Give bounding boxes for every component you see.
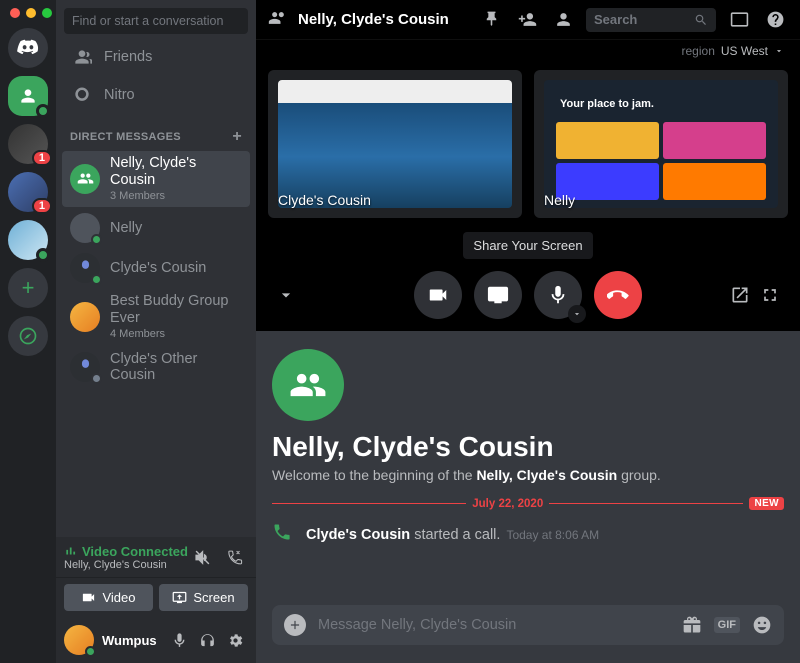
chat-pane: Nelly, Clyde's Cousin Welcome to the beg… — [256, 331, 800, 663]
call-message: Clyde's Cousin started a call.Today at 8… — [272, 518, 784, 551]
chat-welcome: Welcome to the beginning of the Nelly, C… — [272, 467, 784, 483]
server-3[interactable] — [8, 220, 48, 260]
voice-channel: Nelly, Clyde's Cousin — [64, 559, 188, 571]
home-button[interactable] — [8, 28, 48, 68]
group-avatar — [70, 302, 100, 332]
stream-tile[interactable]: Clyde's Cousin — [268, 70, 522, 218]
phone-icon — [272, 522, 292, 547]
voice-status-panel: Video ConnectedNelly, Clyde's Cousin — [56, 537, 256, 578]
disconnect-button[interactable] — [220, 543, 248, 571]
chevron-down-icon[interactable] — [276, 285, 296, 305]
avatar — [70, 213, 100, 243]
channel-sidebar: Find or start a conversation Friends Nit… — [56, 0, 256, 663]
attach-button[interactable] — [284, 614, 306, 636]
dm-name: Nelly, Clyde's Cousin — [110, 155, 242, 190]
topbar-search[interactable]: Search — [586, 8, 716, 32]
camera-button[interactable] — [414, 271, 462, 319]
status-dot — [91, 373, 102, 384]
user-avatar[interactable] — [64, 625, 94, 655]
server-rail: 1 1 + — [0, 0, 56, 663]
stream-user: Nelly — [544, 192, 575, 208]
date-divider: July 22, 2020NEW — [272, 497, 784, 510]
group-icon — [268, 8, 288, 32]
screenshare-button[interactable] — [474, 271, 522, 319]
help-icon[interactable] — [762, 10, 788, 29]
server-1[interactable]: 1 — [8, 124, 48, 164]
mic-button[interactable] — [534, 271, 582, 319]
add-server-button[interactable]: + — [8, 268, 48, 308]
voice-status: Video Connected — [64, 544, 188, 559]
unread-badge: 1 — [32, 198, 52, 214]
gift-icon[interactable] — [682, 615, 702, 635]
dm-server[interactable] — [8, 76, 48, 116]
avatar — [70, 352, 100, 382]
settings-button[interactable] — [222, 627, 248, 653]
friends-tab[interactable]: Friends — [62, 39, 250, 75]
status-dot — [91, 274, 102, 285]
call-area: Clyde's Cousin Your place to jam. Nelly S… — [256, 62, 800, 331]
dm-subtitle: 3 Members — [110, 190, 242, 203]
new-dm-button[interactable]: + — [232, 128, 242, 146]
timestamp: Today at 8:06 AM — [506, 528, 599, 542]
composer-placeholder: Message Nelly, Clyde's Cousin — [318, 617, 670, 633]
members-icon[interactable] — [550, 10, 576, 29]
stream-user: Clyde's Cousin — [278, 192, 371, 208]
online-dot — [36, 104, 50, 118]
dm-item-group[interactable]: Best Buddy Group Ever4 Members — [62, 289, 250, 345]
tooltip: Share Your Screen — [463, 232, 592, 259]
hangup-button[interactable] — [594, 271, 642, 319]
topbar: Nelly, Clyde's Cousin Search — [256, 0, 800, 40]
video-button[interactable]: Video — [64, 584, 153, 611]
dm-name: Clyde's Other Cousin — [110, 351, 242, 383]
dm-item-group[interactable]: Nelly, Clyde's Cousin3 Members — [62, 151, 250, 207]
dm-name: Best Buddy Group Ever — [110, 293, 242, 328]
popout-icon[interactable] — [730, 285, 750, 305]
message-composer[interactable]: Message Nelly, Clyde's Cousin GIF — [272, 605, 784, 645]
avatar — [70, 253, 100, 283]
username: Wumpus — [102, 633, 158, 648]
screen-button[interactable]: Screen — [159, 584, 248, 611]
explore-button[interactable] — [8, 316, 48, 356]
new-badge: NEW — [749, 497, 784, 510]
add-friend-icon[interactable] — [514, 10, 540, 29]
stream-tile[interactable]: Your place to jam. Nelly — [534, 70, 788, 218]
dm-subtitle: 4 Members — [110, 328, 242, 341]
dm-header: DIRECT MESSAGES+ — [56, 114, 256, 150]
group-avatar — [70, 164, 100, 194]
server-2[interactable]: 1 — [8, 172, 48, 212]
mic-options[interactable] — [568, 305, 586, 323]
group-avatar-large — [272, 349, 344, 421]
search-input[interactable]: Find or start a conversation — [64, 8, 248, 34]
inbox-icon[interactable] — [726, 10, 752, 29]
dm-name: Clyde's Cousin — [110, 260, 206, 276]
dm-item[interactable]: Clyde's Other Cousin — [62, 347, 250, 387]
gif-button[interactable]: GIF — [714, 617, 740, 633]
mute-button[interactable] — [166, 627, 192, 653]
emoji-icon[interactable] — [752, 615, 772, 635]
dm-item[interactable]: Clyde's Cousin — [62, 249, 250, 287]
call-controls — [268, 267, 788, 319]
chat-title: Nelly, Clyde's Cousin — [272, 431, 784, 463]
deafen-button[interactable] — [194, 627, 220, 653]
stream-caption: Your place to jam. — [560, 98, 654, 110]
region-selector[interactable]: regionUS West — [256, 40, 800, 62]
nitro-tab[interactable]: Nitro — [62, 77, 250, 113]
pin-icon[interactable] — [478, 10, 504, 29]
online-dot — [36, 248, 50, 262]
unread-badge: 1 — [32, 150, 52, 166]
main-area: Nelly, Clyde's Cousin Search regionUS We… — [256, 0, 800, 663]
window-traffic-lights[interactable] — [10, 8, 52, 18]
noise-suppression-button[interactable] — [188, 543, 216, 571]
status-dot — [91, 234, 102, 245]
fullscreen-icon[interactable] — [760, 285, 780, 305]
channel-title: Nelly, Clyde's Cousin — [298, 11, 449, 28]
dm-name: Nelly — [110, 220, 142, 236]
dm-item[interactable]: Nelly — [62, 209, 250, 247]
user-panel: Wumpus — [56, 617, 256, 663]
